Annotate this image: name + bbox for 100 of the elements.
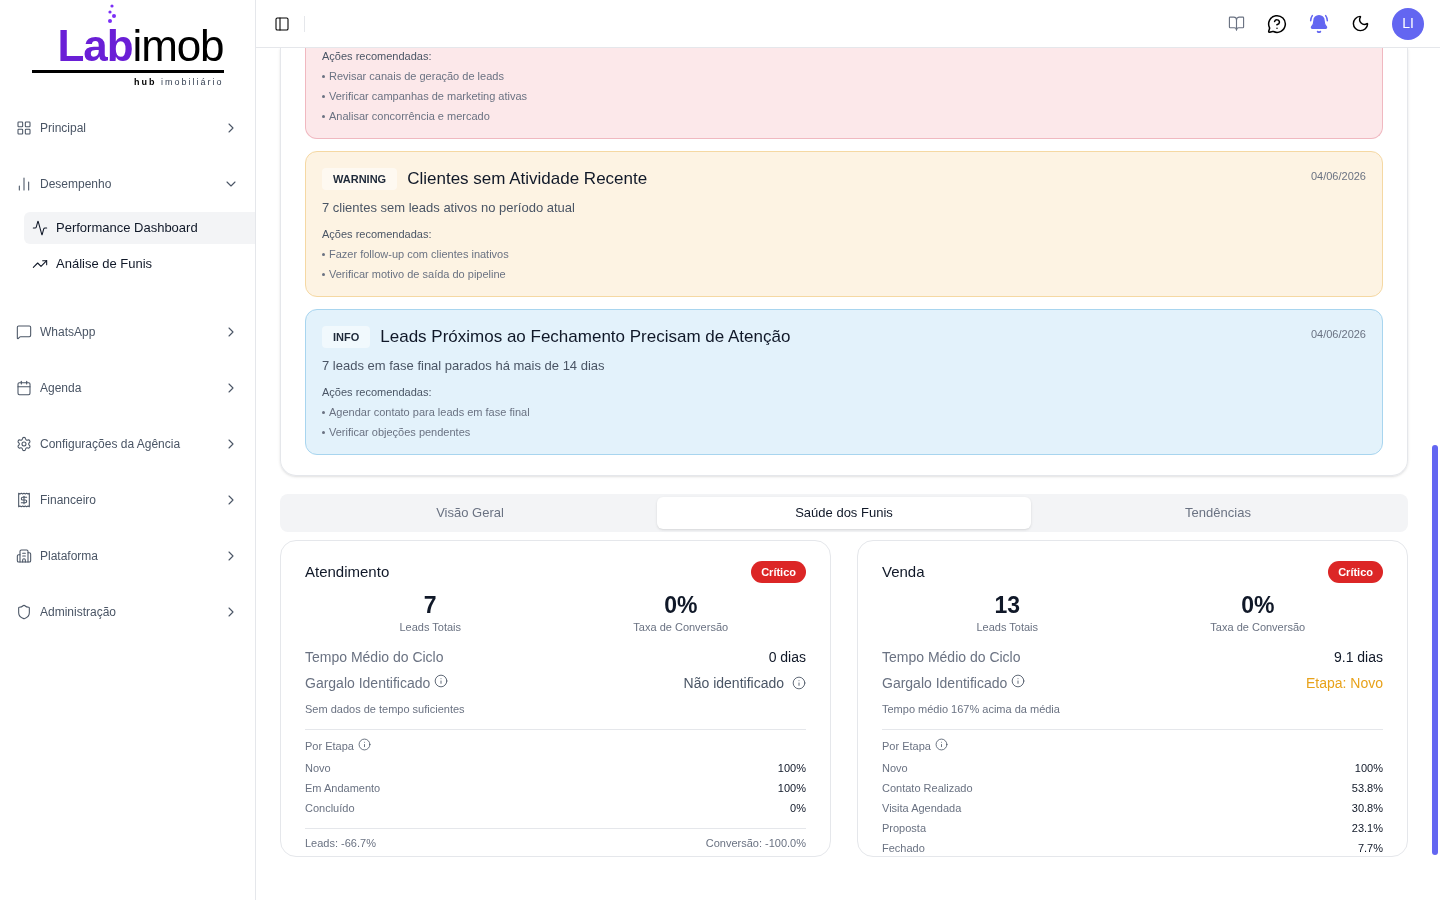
conversion-rate: 0% bbox=[664, 591, 698, 619]
bullet-icon bbox=[322, 74, 325, 78]
bullet-icon bbox=[322, 272, 325, 276]
leads-count: 7 bbox=[423, 591, 437, 619]
alert-date: 04/06/2026 bbox=[1310, 327, 1366, 342]
stage-value: 100% bbox=[777, 761, 806, 776]
help-icon[interactable] bbox=[1267, 13, 1287, 34]
info-icon bbox=[934, 737, 948, 751]
leads-count: 13 bbox=[994, 591, 1021, 619]
stage-value: 7.7% bbox=[1357, 841, 1383, 856]
cycle-label: Tempo Médio do Ciclo bbox=[305, 648, 444, 667]
logo-tagline: hub imobiliário bbox=[133, 76, 224, 89]
bullet-icon bbox=[322, 252, 325, 256]
stage-name: Fechado bbox=[882, 841, 925, 856]
info-icon bbox=[357, 737, 371, 751]
action-item: Verificar motivo de saída do pipeline bbox=[329, 267, 506, 282]
action-item: Fazer follow-up com clientes inativos bbox=[329, 247, 509, 262]
grid-icon bbox=[16, 119, 32, 136]
leads-change: Leads: -66.7% bbox=[305, 836, 376, 851]
sidebar-item[interactable]: Desempenho bbox=[0, 155, 255, 212]
pulse-icon bbox=[32, 219, 48, 236]
funnel-title: Atendimento bbox=[305, 564, 390, 580]
bottleneck-value: Não identificado bbox=[683, 674, 784, 693]
book-icon[interactable] bbox=[1228, 15, 1245, 32]
stage-value: 0% bbox=[790, 801, 806, 816]
actions-heading: Ações recomendadas: bbox=[322, 385, 433, 400]
settings-icon bbox=[16, 435, 32, 452]
action-item: Analisar concorrência e mercado bbox=[329, 109, 490, 124]
stage-name: Visita Agendada bbox=[882, 801, 962, 816]
bottleneck-value: Etapa: Novo bbox=[1305, 674, 1383, 693]
bar-chart-icon bbox=[16, 175, 32, 192]
building-icon bbox=[16, 547, 32, 564]
severity-label: INFO bbox=[322, 325, 371, 348]
stage-name: Contato Realizado bbox=[882, 781, 973, 796]
sidebar-item[interactable]: Financeiro bbox=[0, 471, 255, 528]
dots-icon bbox=[105, 4, 116, 26]
bell-icon[interactable] bbox=[1309, 13, 1329, 34]
receipt-icon bbox=[16, 491, 32, 508]
stages-heading: Por Etapa bbox=[305, 739, 354, 754]
status-badge: Crítico bbox=[751, 561, 806, 583]
alert-title: Clientes sem Atividade Recente bbox=[407, 168, 648, 190]
bottleneck-note: Sem dados de tempo suficientes bbox=[305, 702, 466, 717]
action-item: Agendar contato para leads em fase final bbox=[329, 405, 530, 420]
info-icon bbox=[1011, 674, 1026, 688]
stage-name: Novo bbox=[882, 761, 908, 776]
sidebar-subitem[interactable]: Performance Dashboard bbox=[24, 211, 255, 244]
sidebar-item[interactable]: Principal bbox=[0, 99, 255, 156]
sidebar-item[interactable]: Administração bbox=[0, 583, 255, 640]
stage-value: 30.8% bbox=[1351, 801, 1383, 816]
chat-icon bbox=[16, 323, 32, 340]
stage-name: Concluído bbox=[305, 801, 355, 816]
conversion-rate: 0% bbox=[1241, 591, 1275, 619]
cycle-value: 0 dias bbox=[768, 648, 806, 667]
sidebar-item[interactable]: Configurações da Agência bbox=[0, 415, 255, 472]
bullet-icon bbox=[322, 410, 325, 414]
conversion-change: Conversão: -100.0% bbox=[705, 836, 806, 851]
sidebar-item[interactable]: WhatsApp bbox=[0, 303, 255, 360]
sidebar-subitem[interactable]: Análise de Funis bbox=[24, 247, 255, 280]
action-item: Verificar objeções pendentes bbox=[329, 425, 471, 440]
metric-label: Taxa de Conversão bbox=[1210, 620, 1306, 635]
stage-name: Novo bbox=[305, 761, 331, 776]
info-icon bbox=[434, 674, 449, 688]
action-item: Revisar canais de geração de leads bbox=[329, 69, 504, 84]
alert-description: 7 leads em fase final parados há mais de 14 dias bbox=[322, 357, 606, 375]
action-item: Verificar campanhas de marketing ativas bbox=[329, 89, 528, 104]
cycle-value: 9.1 dias bbox=[1333, 648, 1383, 667]
sidebar-item[interactable]: Agenda bbox=[0, 359, 255, 416]
stage-value: 100% bbox=[777, 781, 806, 796]
shield-icon bbox=[16, 603, 32, 620]
bullet-icon bbox=[322, 114, 325, 118]
stage-name: Proposta bbox=[882, 821, 927, 836]
user-avatar[interactable]: LI bbox=[1392, 7, 1424, 40]
stage-value: 53.8% bbox=[1351, 781, 1383, 796]
alert-title: Leads Próximos ao Fechamento Precisam de Atenção bbox=[380, 326, 791, 348]
tab[interactable]: Tendências bbox=[1031, 497, 1405, 529]
stage-name: Em Andamento bbox=[305, 781, 381, 796]
status-badge: Crítico bbox=[1328, 561, 1383, 583]
stage-value: 100% bbox=[1354, 761, 1383, 776]
actions-heading: Ações recomendadas: bbox=[322, 227, 433, 242]
actions-heading: Ações recomendadas: bbox=[322, 49, 433, 64]
sidebar-item[interactable]: Plataforma bbox=[0, 527, 255, 584]
stages-heading: Por Etapa bbox=[882, 739, 931, 754]
severity-label: WARNING bbox=[322, 167, 398, 190]
tab[interactable]: Visão Geral bbox=[283, 497, 657, 529]
metric-label: Leads Totais bbox=[399, 620, 462, 635]
bullet-icon bbox=[322, 94, 325, 98]
tab[interactable]: Saúde dos Funis bbox=[657, 497, 1031, 529]
alert-description: 7 clientes sem leads ativos no período atual bbox=[322, 199, 576, 217]
funnel-title: Venda bbox=[882, 564, 925, 580]
alert-date: 04/06/2026 bbox=[1310, 169, 1366, 184]
logo-text: Labimob bbox=[57, 24, 224, 68]
moon-icon[interactable] bbox=[1351, 14, 1370, 33]
cycle-label: Tempo Médio do Ciclo bbox=[882, 648, 1021, 667]
metric-label: Leads Totais bbox=[976, 620, 1039, 635]
bottleneck-label: Gargalo Identificado bbox=[305, 674, 431, 693]
calendar-icon bbox=[16, 379, 32, 396]
bullet-icon bbox=[322, 430, 325, 434]
stage-value: 23.1% bbox=[1351, 821, 1383, 836]
metric-label: Taxa de Conversão bbox=[633, 620, 729, 635]
bottleneck-note: Tempo médio 167% acima da média bbox=[882, 702, 1061, 717]
